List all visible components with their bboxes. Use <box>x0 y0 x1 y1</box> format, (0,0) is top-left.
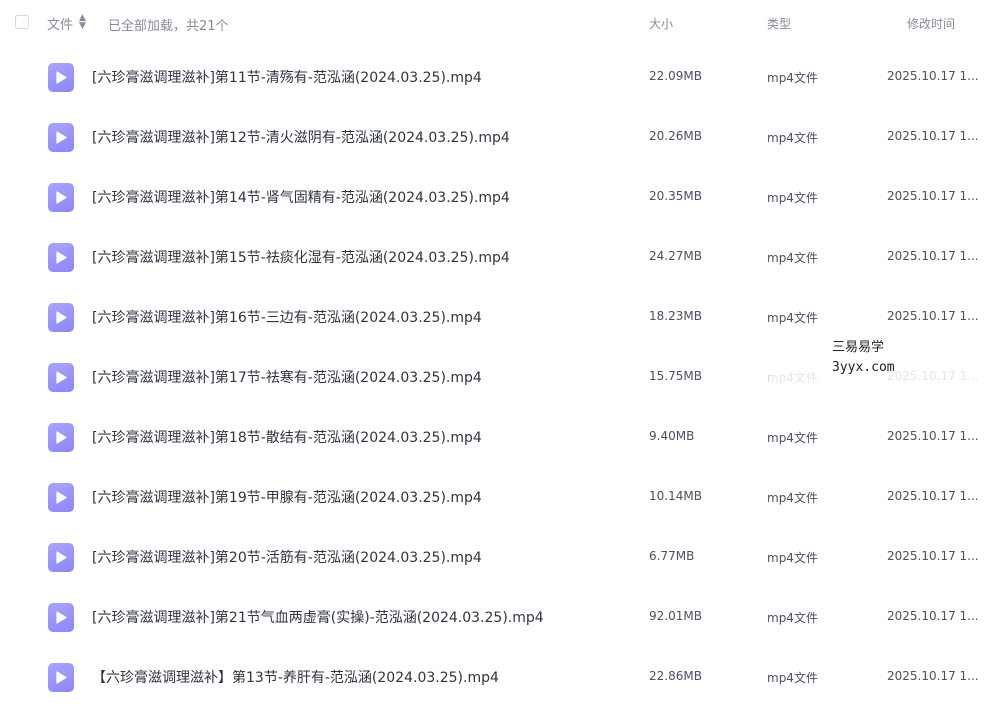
file-size: 10.14MB <box>649 489 702 503</box>
video-file-icon <box>48 363 74 392</box>
file-name[interactable]: [六珍膏滋调理滋补]第15节-祛痰化湿有-范泓涵(2024.03.25).mp4 <box>92 247 510 267</box>
play-icon <box>56 251 67 264</box>
play-icon <box>56 311 67 324</box>
play-icon <box>56 551 67 564</box>
select-all-checkbox[interactable] <box>15 15 29 29</box>
column-header-time[interactable]: 修改时间 <box>907 15 955 32</box>
file-name[interactable]: [六珍膏滋调理滋补]第20节-活筋有-范泓涵(2024.03.25).mp4 <box>92 547 482 567</box>
video-file-icon <box>48 183 74 212</box>
file-size: 18.23MB <box>649 309 702 323</box>
video-file-icon <box>48 543 74 572</box>
file-size: 22.86MB <box>649 669 702 683</box>
play-icon <box>56 371 67 384</box>
video-file-icon <box>48 63 74 92</box>
file-type: mp4文件 <box>767 491 818 505</box>
file-modified-time: 2025.10.17 1... <box>887 669 979 683</box>
file-name[interactable]: [六珍膏滋调理滋补]第19节-甲腺有-范泓涵(2024.03.25).mp4 <box>92 487 482 507</box>
file-modified-time: 2025.10.17 1... <box>887 609 979 623</box>
video-file-icon <box>48 663 74 692</box>
play-icon <box>56 191 67 204</box>
file-list-page: 文件 ▲ ▼ 已全部加载，共21个 大小 类型 修改时间 [六珍膏滋调理滋补]第1… <box>0 0 994 712</box>
file-row[interactable]: [六珍膏滋调理滋补]第12节-清火滋阴有-范泓涵(2024.03.25).mp4… <box>0 107 994 167</box>
sort-icon[interactable]: ▲ ▼ <box>79 14 86 31</box>
column-header-type[interactable]: 类型 <box>767 15 791 32</box>
file-name[interactable]: [六珍膏滋调理滋补]第21节气血两虚膏(实操)-范泓涵(2024.03.25).… <box>92 607 544 627</box>
file-size: 24.27MB <box>649 249 702 263</box>
file-modified-time: 2025.10.17 1... <box>887 249 979 263</box>
file-name[interactable]: [六珍膏滋调理滋补]第18节-散结有-范泓涵(2024.03.25).mp4 <box>92 427 482 447</box>
play-icon <box>56 491 67 504</box>
file-type: mp4文件 <box>767 71 818 85</box>
video-file-icon <box>48 243 74 272</box>
file-row[interactable]: [六珍膏滋调理滋补]第15节-祛痰化湿有-范泓涵(2024.03.25).mp4… <box>0 227 994 287</box>
file-modified-time: 2025.10.17 1... <box>887 549 979 563</box>
file-modified-time: 2025.10.17 1... <box>887 129 979 143</box>
file-row[interactable]: [六珍膏滋调理滋补]第21节气血两虚膏(实操)-范泓涵(2024.03.25).… <box>0 587 994 647</box>
video-file-icon <box>48 123 74 152</box>
file-row[interactable]: 【六珍膏滋调理滋补】第13节-养肝有-范泓涵(2024.03.25).mp4 22… <box>0 647 994 707</box>
file-type: mp4文件 <box>767 311 818 325</box>
video-file-icon <box>48 303 74 332</box>
watermark-line-2: 3yyx.com <box>832 360 895 375</box>
file-modified-time: 2025.10.17 1... <box>887 189 979 203</box>
file-type: mp4文件 <box>767 251 818 265</box>
file-type: mp4文件 <box>767 611 818 625</box>
file-type: mp4文件 <box>767 431 818 445</box>
file-name[interactable]: [六珍膏滋调理滋补]第16节-三边有-范泓涵(2024.03.25).mp4 <box>92 307 482 327</box>
play-icon <box>56 71 67 84</box>
file-row[interactable]: [六珍膏滋调理滋补]第20节-活筋有-范泓涵(2024.03.25).mp4 6.… <box>0 527 994 587</box>
file-size: 15.75MB <box>649 369 702 383</box>
file-type: mp4文件 <box>767 551 818 565</box>
file-name[interactable]: [六珍膏滋调理滋补]第11节-清殇有-范泓涵(2024.03.25).mp4 <box>92 67 482 87</box>
file-type: mp4文件 <box>767 191 818 205</box>
load-status: 已全部加载，共21个 <box>108 19 229 34</box>
file-name[interactable]: [六珍膏滋调理滋补]第14节-肾气固精有-范泓涵(2024.03.25).mp4 <box>92 187 510 207</box>
watermark: 三易易学 3yyx.com <box>832 338 912 378</box>
file-type: mp4文件 <box>767 671 818 685</box>
file-size: 22.09MB <box>649 69 702 83</box>
play-icon <box>56 431 67 444</box>
file-size: 92.01MB <box>649 609 702 623</box>
video-file-icon <box>48 483 74 512</box>
play-icon <box>56 611 67 624</box>
file-row[interactable]: [六珍膏滋调理滋补]第18节-散结有-范泓涵(2024.03.25).mp4 9.… <box>0 407 994 467</box>
file-type: mp4文件 <box>767 131 818 145</box>
file-modified-time: 2025.10.17 1... <box>887 69 979 83</box>
file-name[interactable]: 【六珍膏滋调理滋补】第13节-养肝有-范泓涵(2024.03.25).mp4 <box>92 667 499 687</box>
file-modified-time: 2025.10.17 1... <box>887 429 979 443</box>
file-row[interactable]: [六珍膏滋调理滋补]第14节-肾气固精有-范泓涵(2024.03.25).mp4… <box>0 167 994 227</box>
file-size: 20.26MB <box>649 129 702 143</box>
play-icon <box>56 131 67 144</box>
column-header-name[interactable]: 文件 <box>47 14 73 33</box>
watermark-line-1: 三易易学 <box>832 340 885 355</box>
column-header-size[interactable]: 大小 <box>649 15 673 32</box>
file-size: 6.77MB <box>649 549 695 563</box>
file-size: 20.35MB <box>649 189 702 203</box>
file-modified-time: 2025.10.17 1... <box>887 309 979 323</box>
video-file-icon <box>48 423 74 452</box>
play-icon <box>56 671 67 684</box>
list-header: 文件 ▲ ▼ 已全部加载，共21个 大小 类型 修改时间 <box>0 0 994 46</box>
file-name[interactable]: [六珍膏滋调理滋补]第17节-祛寒有-范泓涵(2024.03.25).mp4 <box>92 367 482 387</box>
file-size: 9.40MB <box>649 429 695 443</box>
video-file-icon <box>48 603 74 632</box>
file-name[interactable]: [六珍膏滋调理滋补]第12节-清火滋阴有-范泓涵(2024.03.25).mp4 <box>92 127 510 147</box>
file-modified-time: 2025.10.17 1... <box>887 489 979 503</box>
file-row[interactable]: [六珍膏滋调理滋补]第11节-清殇有-范泓涵(2024.03.25).mp4 22… <box>0 47 994 107</box>
file-row[interactable]: [六珍膏滋调理滋补]第19节-甲腺有-范泓涵(2024.03.25).mp4 10… <box>0 467 994 527</box>
